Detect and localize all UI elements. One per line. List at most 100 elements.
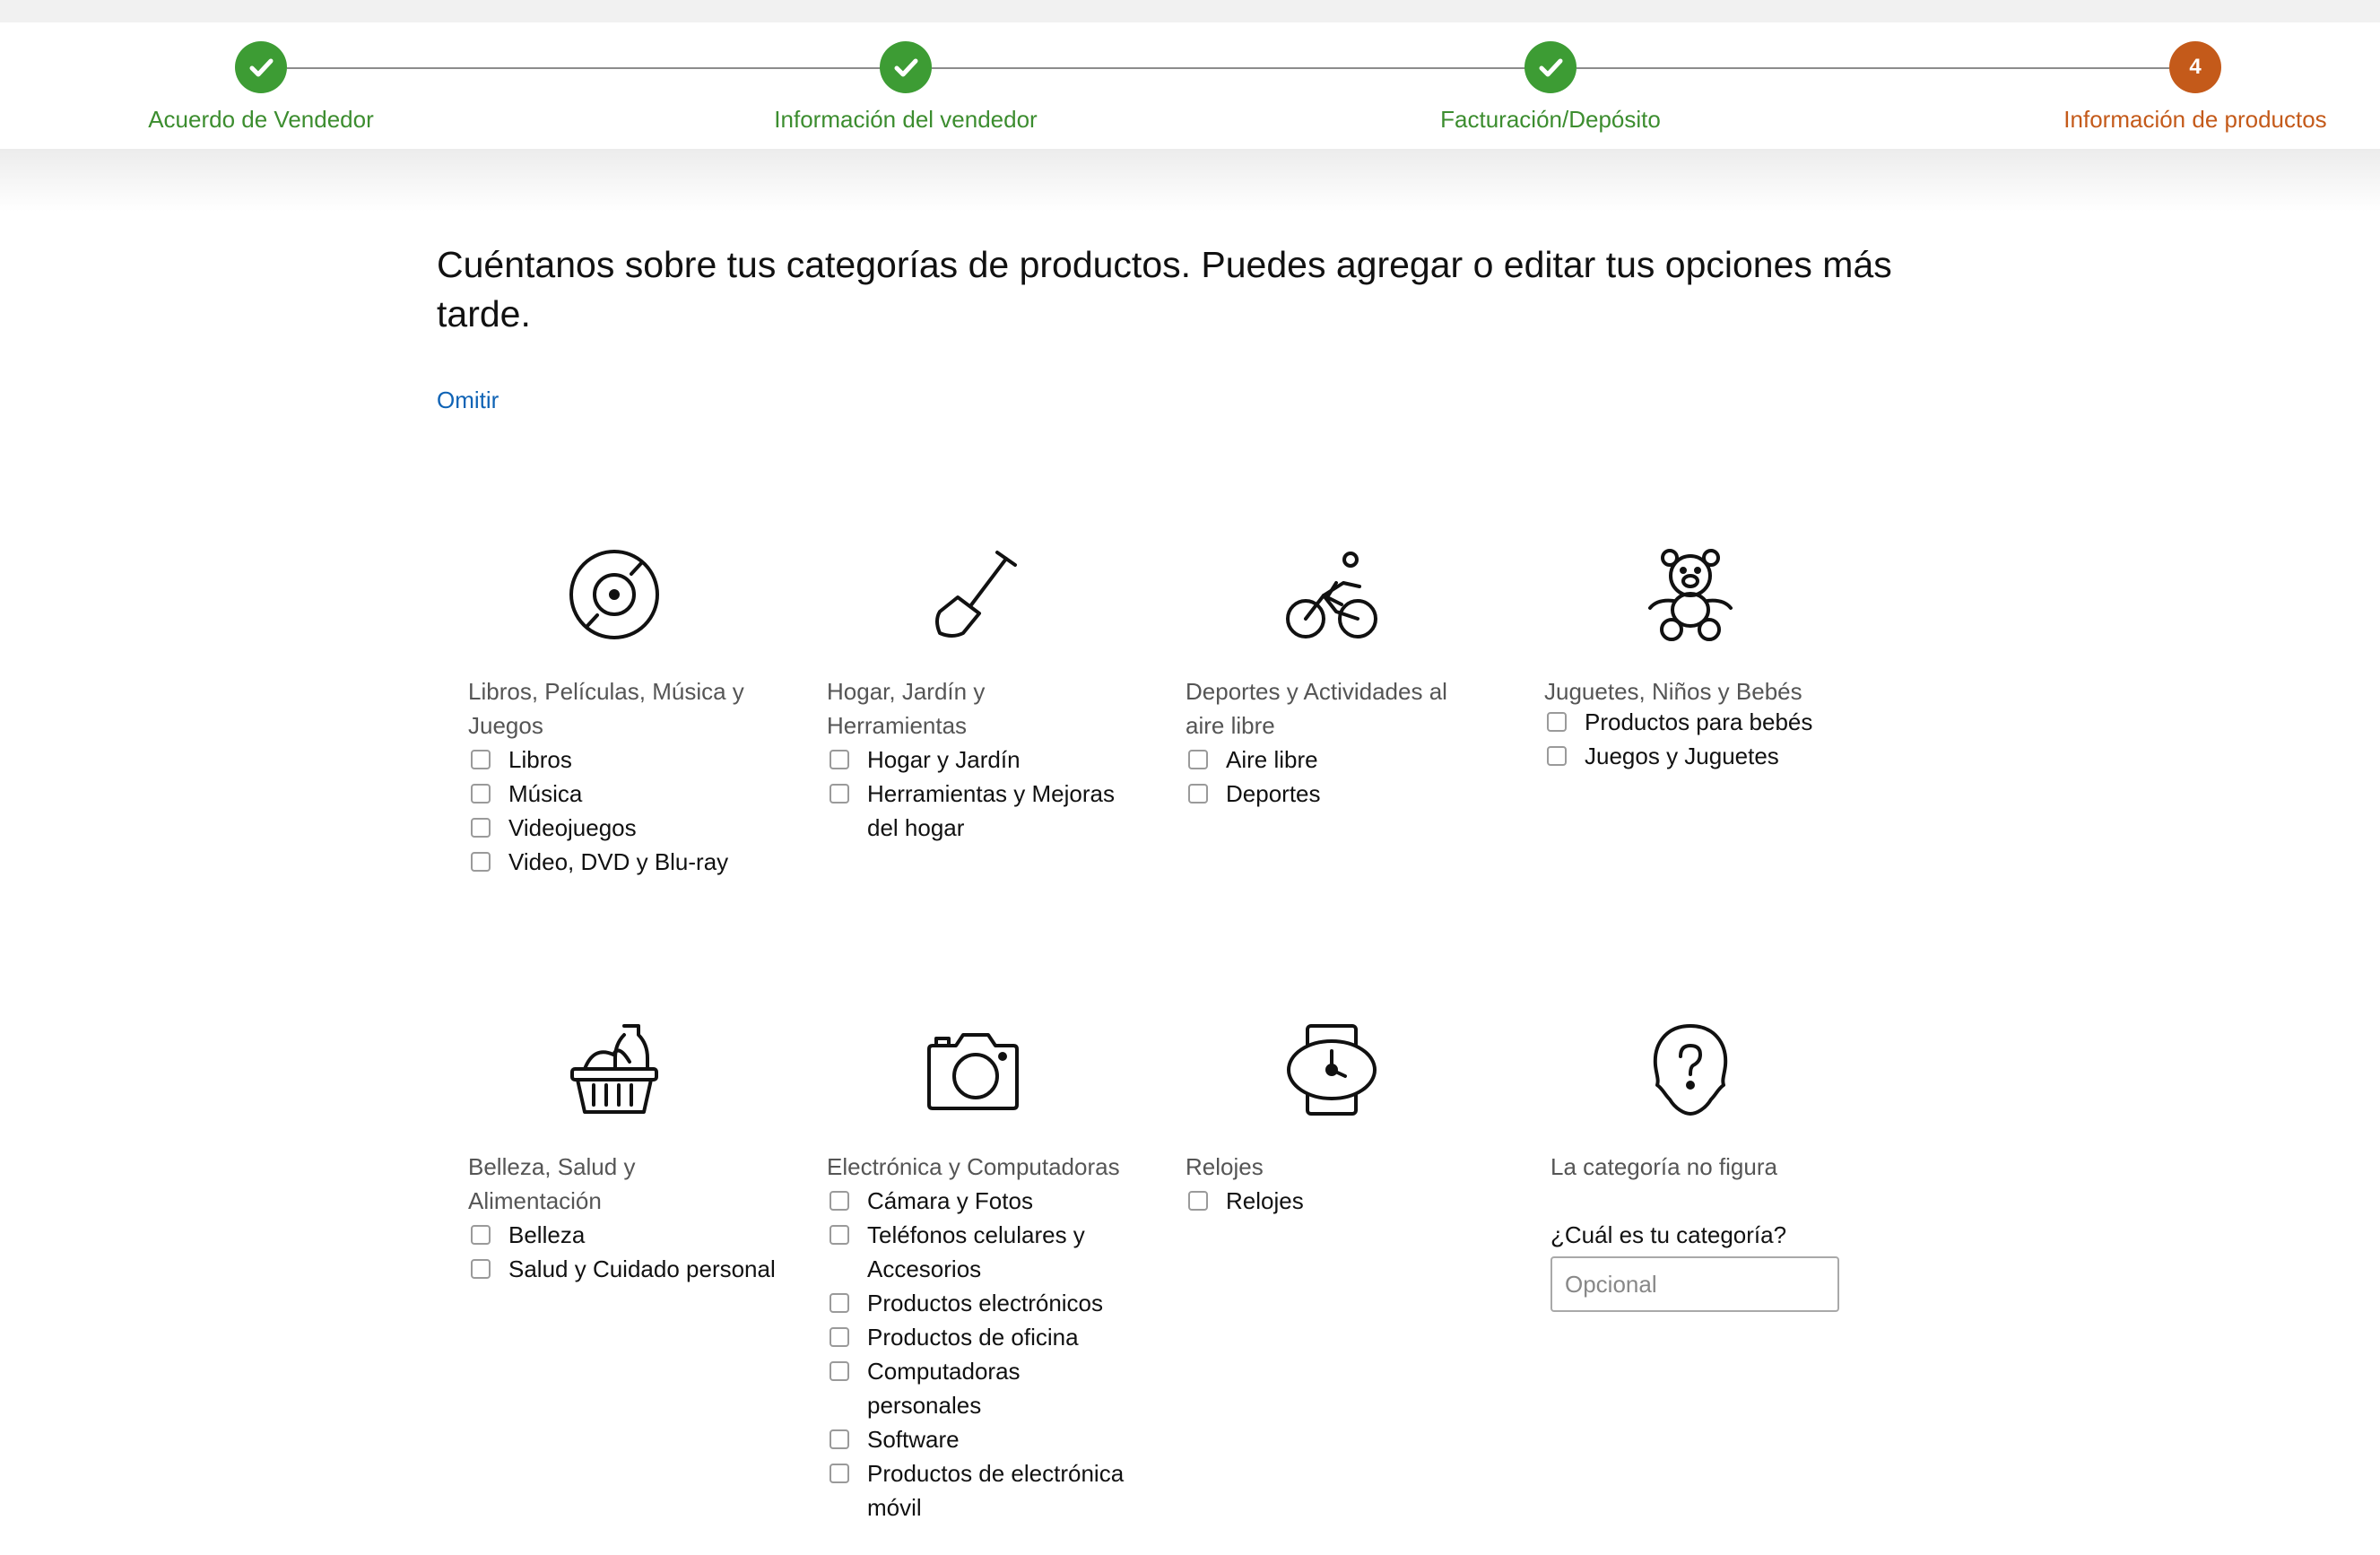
option-label: Productos electrónicos [867, 1290, 1104, 1316]
category-option[interactable]: Herramientas y Mejoras del hogar [827, 777, 1150, 845]
option-checkbox[interactable] [830, 1429, 849, 1449]
category-option[interactable]: Aire libre [1186, 743, 1508, 777]
question-head-icon [1643, 1022, 1738, 1117]
option-label: Videojuegos [508, 814, 637, 841]
category-option[interactable]: Cámara y Fotos [827, 1184, 1150, 1218]
option-checkbox[interactable] [471, 1225, 491, 1245]
category-option[interactable]: Belleza [468, 1218, 791, 1252]
category-option[interactable]: Software [827, 1422, 1150, 1456]
category-option[interactable]: Hogar y Jardín [827, 743, 1150, 777]
option-label: Juegos y Juguetes [1585, 743, 1779, 769]
category-beauty-health-grocery: Belleza, Salud y Alimentación Belleza Sa… [468, 1022, 791, 1286]
category-option[interactable]: Productos de electrónica móvil [827, 1456, 1150, 1525]
step-done-check-icon [1524, 41, 1577, 93]
category-title: Deportes y Actividades al aire libre [1186, 678, 1447, 739]
step-seller-agreement: Acuerdo de Vendedor [73, 41, 449, 134]
option-label: Productos de oficina [867, 1324, 1079, 1351]
step-label: Acuerdo de Vendedor [148, 106, 374, 133]
category-title: Electrónica y Computadoras [827, 1153, 1120, 1180]
option-checkbox[interactable] [1188, 784, 1208, 804]
option-checkbox[interactable] [1188, 1191, 1208, 1211]
category-option[interactable]: Teléfonos celulares y Accesorios [827, 1218, 1150, 1286]
category-option[interactable]: Computadoras personales [827, 1354, 1150, 1422]
option-label: Belleza [508, 1221, 586, 1248]
category-home-garden-tools: Hogar, Jardín y Herramientas Hogar y Jar… [827, 547, 1150, 845]
option-label: Video, DVD y Blu-ray [508, 848, 729, 875]
option-label: Productos para bebés [1585, 708, 1813, 735]
category-option[interactable]: Salud y Cuidado personal [468, 1252, 791, 1286]
category-option[interactable]: Música [468, 777, 791, 811]
option-checkbox[interactable] [471, 1259, 491, 1279]
option-label: Hogar y Jardín [867, 746, 1021, 773]
cyclist-icon [1284, 547, 1379, 642]
category-toys-kids-baby: Juguetes, Niños y Bebés Productos para b… [1544, 547, 1867, 773]
category-electronics-computers: Electrónica y Computadoras Cámara y Foto… [827, 1022, 1150, 1525]
category-not-listed: La categoría no figura ¿Cuál es tu categ… [1550, 1022, 1873, 1312]
step-label: Información de productos [2063, 106, 2327, 133]
option-checkbox[interactable] [830, 750, 849, 769]
option-label: Computadoras personales [867, 1358, 1021, 1419]
option-label: Relojes [1226, 1187, 1304, 1214]
category-option[interactable]: Productos de oficina [827, 1320, 1150, 1354]
category-title: Libros, Películas, Música y Juegos [468, 678, 744, 739]
step-label: Información del vendedor [774, 106, 1038, 133]
category-title: Juguetes, Niños y Bebés [1544, 678, 1802, 705]
browser-top-strip [0, 0, 2380, 23]
vinyl-record-icon [567, 547, 662, 642]
option-checkbox[interactable] [1547, 712, 1567, 732]
category-option[interactable]: Relojes [1186, 1184, 1508, 1218]
camera-icon [925, 1022, 1021, 1117]
category-sports-outdoors: Deportes y Actividades al aire libre Air… [1186, 547, 1508, 811]
option-checkbox[interactable] [830, 1191, 849, 1211]
option-label: Productos de electrónica móvil [867, 1460, 1125, 1521]
option-checkbox[interactable] [471, 750, 491, 769]
option-checkbox[interactable] [471, 784, 491, 804]
category-option[interactable]: Juegos y Juguetes [1544, 739, 1867, 773]
category-option[interactable]: Videojuegos [468, 811, 791, 845]
category-option[interactable]: Libros [468, 743, 791, 777]
grocery-basket-icon [567, 1022, 662, 1117]
step-product-info: 4 Información de productos [2007, 41, 2380, 134]
option-checkbox[interactable] [830, 1327, 849, 1347]
option-label: Salud y Cuidado personal [508, 1255, 776, 1282]
other-category-input[interactable] [1550, 1256, 1839, 1312]
other-category-question: ¿Cuál es tu categoría? [1550, 1221, 1787, 1248]
category-title: Relojes [1186, 1153, 1264, 1180]
option-checkbox[interactable] [471, 818, 491, 838]
option-checkbox[interactable] [471, 852, 491, 872]
step-label: Facturación/Depósito [1440, 106, 1661, 133]
option-checkbox[interactable] [830, 1225, 849, 1245]
category-option[interactable]: Productos electrónicos [827, 1286, 1150, 1320]
option-label: Deportes [1226, 780, 1321, 807]
category-title: Hogar, Jardín y Herramientas [827, 678, 986, 739]
shovel-icon [925, 547, 1021, 642]
step-done-check-icon [235, 41, 287, 93]
option-checkbox[interactable] [830, 1361, 849, 1381]
category-title: Belleza, Salud y Alimentación [468, 1153, 636, 1214]
option-label: Libros [508, 746, 572, 773]
step-done-check-icon [880, 41, 932, 93]
option-label: Herramientas y Mejoras del hogar [867, 780, 1115, 841]
category-not-listed-label: La categoría no figura [1550, 1153, 1777, 1180]
step-billing-deposit: Facturación/Depósito [1362, 41, 1739, 134]
option-checkbox[interactable] [1547, 746, 1567, 766]
category-option[interactable]: Deportes [1186, 777, 1508, 811]
option-checkbox[interactable] [1188, 750, 1208, 769]
page-title: Cuéntanos sobre tus categorías de produc… [437, 244, 1892, 334]
wristwatch-icon [1284, 1022, 1379, 1117]
option-label: Teléfonos celulares y Accesorios [867, 1221, 1085, 1282]
option-checkbox[interactable] [830, 784, 849, 804]
category-books-movies-music-games: Libros, Películas, Música y Juegos Libro… [468, 547, 791, 879]
option-checkbox[interactable] [830, 1464, 849, 1483]
option-label: Aire libre [1226, 746, 1318, 773]
stepper-shadow [0, 149, 2380, 212]
step-seller-info: Información del vendedor [717, 41, 1094, 134]
skip-link[interactable]: Omitir [437, 387, 499, 414]
category-option[interactable]: Video, DVD y Blu-ray [468, 845, 791, 879]
category-watches: Relojes Relojes [1186, 1022, 1508, 1218]
option-checkbox[interactable] [830, 1293, 849, 1313]
step-number-badge: 4 [2169, 41, 2221, 93]
category-option[interactable]: Productos para bebés [1544, 705, 1867, 739]
option-label: Música [508, 780, 583, 807]
option-label: Cámara y Fotos [867, 1187, 1033, 1214]
